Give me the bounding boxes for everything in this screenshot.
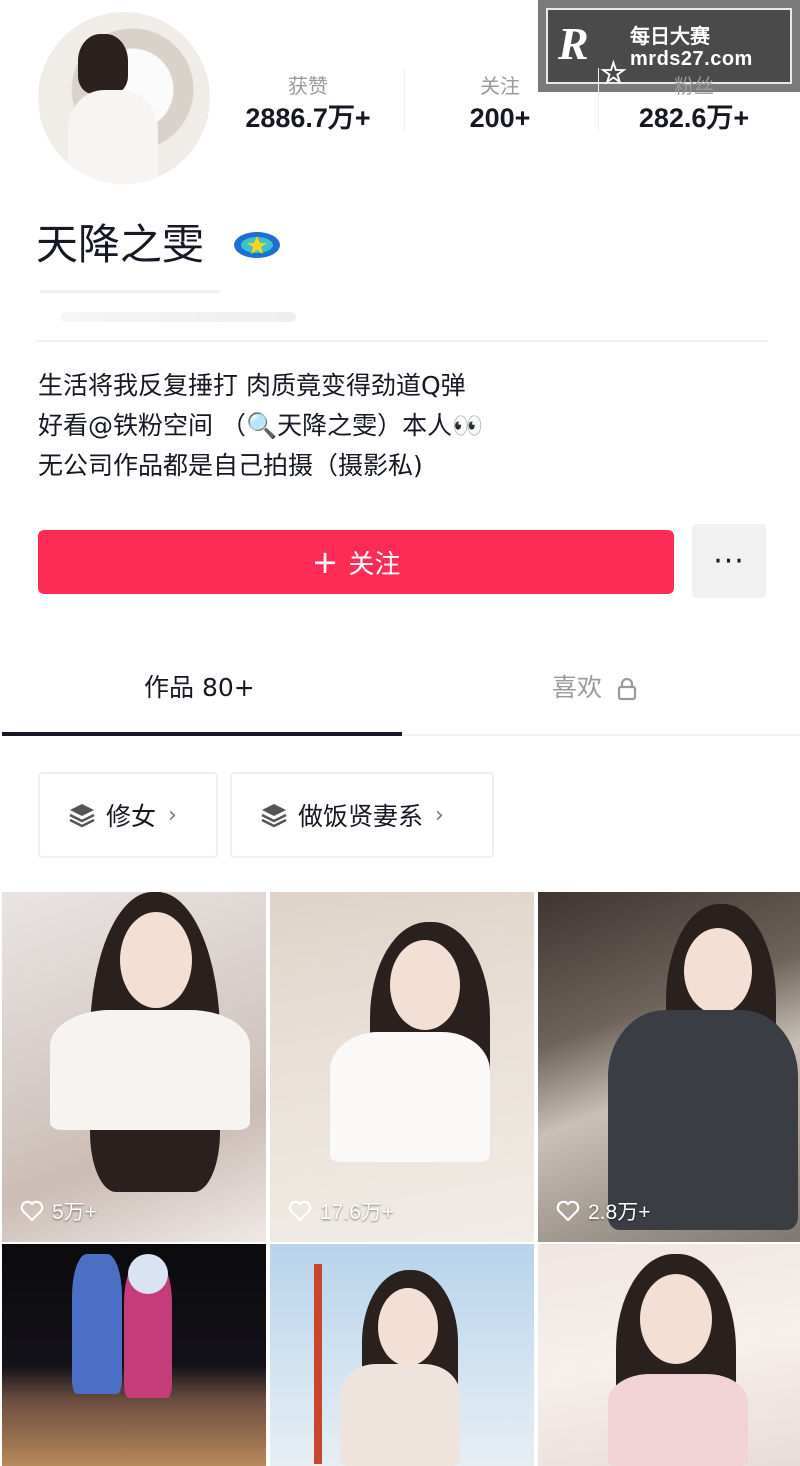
collection-chip-cooking-wife[interactable]: 做饭贤妻系 › xyxy=(230,772,494,858)
tab-likes-label: 喜欢 xyxy=(552,673,603,702)
collection-label: 做饭贤妻系 xyxy=(298,802,424,831)
id-placeholder-blur xyxy=(60,312,296,322)
thumbnail-subject xyxy=(314,1264,322,1464)
avatar-photo-body xyxy=(68,90,158,184)
tab-active-indicator xyxy=(2,732,402,736)
stat-following[interactable]: 关注 200+ xyxy=(440,72,560,136)
stat-divider xyxy=(598,68,599,132)
bio-line: 无公司作品都是自己拍摄（摄影私) xyxy=(38,451,423,480)
layers-icon xyxy=(260,802,288,828)
video-likes: 5万+ xyxy=(20,1196,97,1226)
follow-button-label: 关注 xyxy=(348,549,401,580)
video-likes: 17.6万+ xyxy=(288,1196,394,1226)
stat-followers[interactable]: 粉丝 282.6万+ xyxy=(614,72,774,136)
video-likes: 2.8万+ xyxy=(556,1196,650,1226)
video-thumbnail[interactable] xyxy=(2,1244,266,1466)
video-likes-count: 17.6万+ xyxy=(320,1201,395,1224)
tab-divider xyxy=(402,734,800,736)
stat-likes-value: 2886.7万+ xyxy=(245,103,371,133)
stat-divider xyxy=(404,68,405,132)
thumbnail-subject xyxy=(640,1274,712,1364)
lock-icon xyxy=(617,677,637,701)
video-likes-count: 2.8万+ xyxy=(588,1201,651,1224)
thumbnail-subject xyxy=(684,928,752,1014)
stat-likes-label: 获赞 xyxy=(288,74,328,98)
collection-chip-nun[interactable]: 修女 › xyxy=(38,772,218,858)
more-options-button[interactable]: ··· xyxy=(692,524,766,598)
bio-line: 生活将我反复捶打 肉质竟变得劲道Q弹 xyxy=(38,371,466,400)
heart-icon xyxy=(288,1200,312,1222)
avatar[interactable] xyxy=(38,12,210,184)
chevron-right-icon: › xyxy=(168,802,177,828)
layers-icon xyxy=(68,802,96,828)
more-icon: ··· xyxy=(713,543,745,579)
bio-line: 好看@铁粉空间 （🔍天降之雯）本人👀 xyxy=(38,411,484,440)
video-thumbnail[interactable] xyxy=(538,1244,800,1466)
video-thumbnail[interactable]: 17.6万+ xyxy=(270,892,534,1242)
heart-icon xyxy=(20,1200,44,1222)
video-thumbnail[interactable]: 5万+ xyxy=(2,892,266,1242)
follow-button[interactable]: + 关注 xyxy=(38,530,674,594)
watermark-logo-letter: R xyxy=(558,18,589,69)
thumbnail-subject xyxy=(330,1032,490,1162)
stat-likes[interactable]: 获赞 2886.7万+ xyxy=(224,72,392,136)
video-thumbnail[interactable]: 2.8万+ xyxy=(538,892,800,1242)
watermark-url: mrds27.com xyxy=(630,48,753,70)
thumbnail-subject xyxy=(50,1010,250,1130)
bio: 生活将我反复捶打 肉质竟变得劲道Q弹 好看@铁粉空间 （🔍天降之雯）本人👀 无公… xyxy=(38,366,483,486)
stat-followers-label: 粉丝 xyxy=(674,74,714,98)
divider xyxy=(36,340,768,342)
thumbnail-subject xyxy=(608,1374,748,1466)
nickname: 天降之雯 xyxy=(36,220,205,269)
avatar-photo-hair xyxy=(78,34,128,94)
plus-icon: + xyxy=(311,543,339,581)
collection-label: 修女 xyxy=(106,802,157,831)
heart-icon xyxy=(556,1200,580,1222)
stat-following-value: 200+ xyxy=(469,103,531,133)
tab-works-label: 作品 80+ xyxy=(144,673,255,702)
thumbnail-subject xyxy=(378,1288,438,1366)
video-likes-count: 5万+ xyxy=(52,1201,97,1224)
thumbnail-subject xyxy=(390,940,460,1030)
verified-badge-icon xyxy=(234,232,280,258)
tab-works[interactable]: 作品 80+ xyxy=(144,670,255,706)
thumbnail-subject xyxy=(120,912,192,1008)
tab-likes[interactable]: 喜欢 xyxy=(552,670,638,706)
thumbnail-subject xyxy=(72,1254,122,1394)
thumbnail-subject xyxy=(340,1364,460,1466)
watermark-logo: R ☆ xyxy=(558,16,627,90)
stat-followers-value: 282.6万+ xyxy=(638,103,750,133)
video-thumbnail[interactable] xyxy=(270,1244,534,1466)
id-placeholder-line xyxy=(40,290,220,293)
thumbnail-subject xyxy=(128,1254,168,1294)
watermark-title: 每日大赛 xyxy=(630,24,710,48)
chevron-right-icon: › xyxy=(435,802,444,828)
stat-following-label: 关注 xyxy=(480,74,520,98)
